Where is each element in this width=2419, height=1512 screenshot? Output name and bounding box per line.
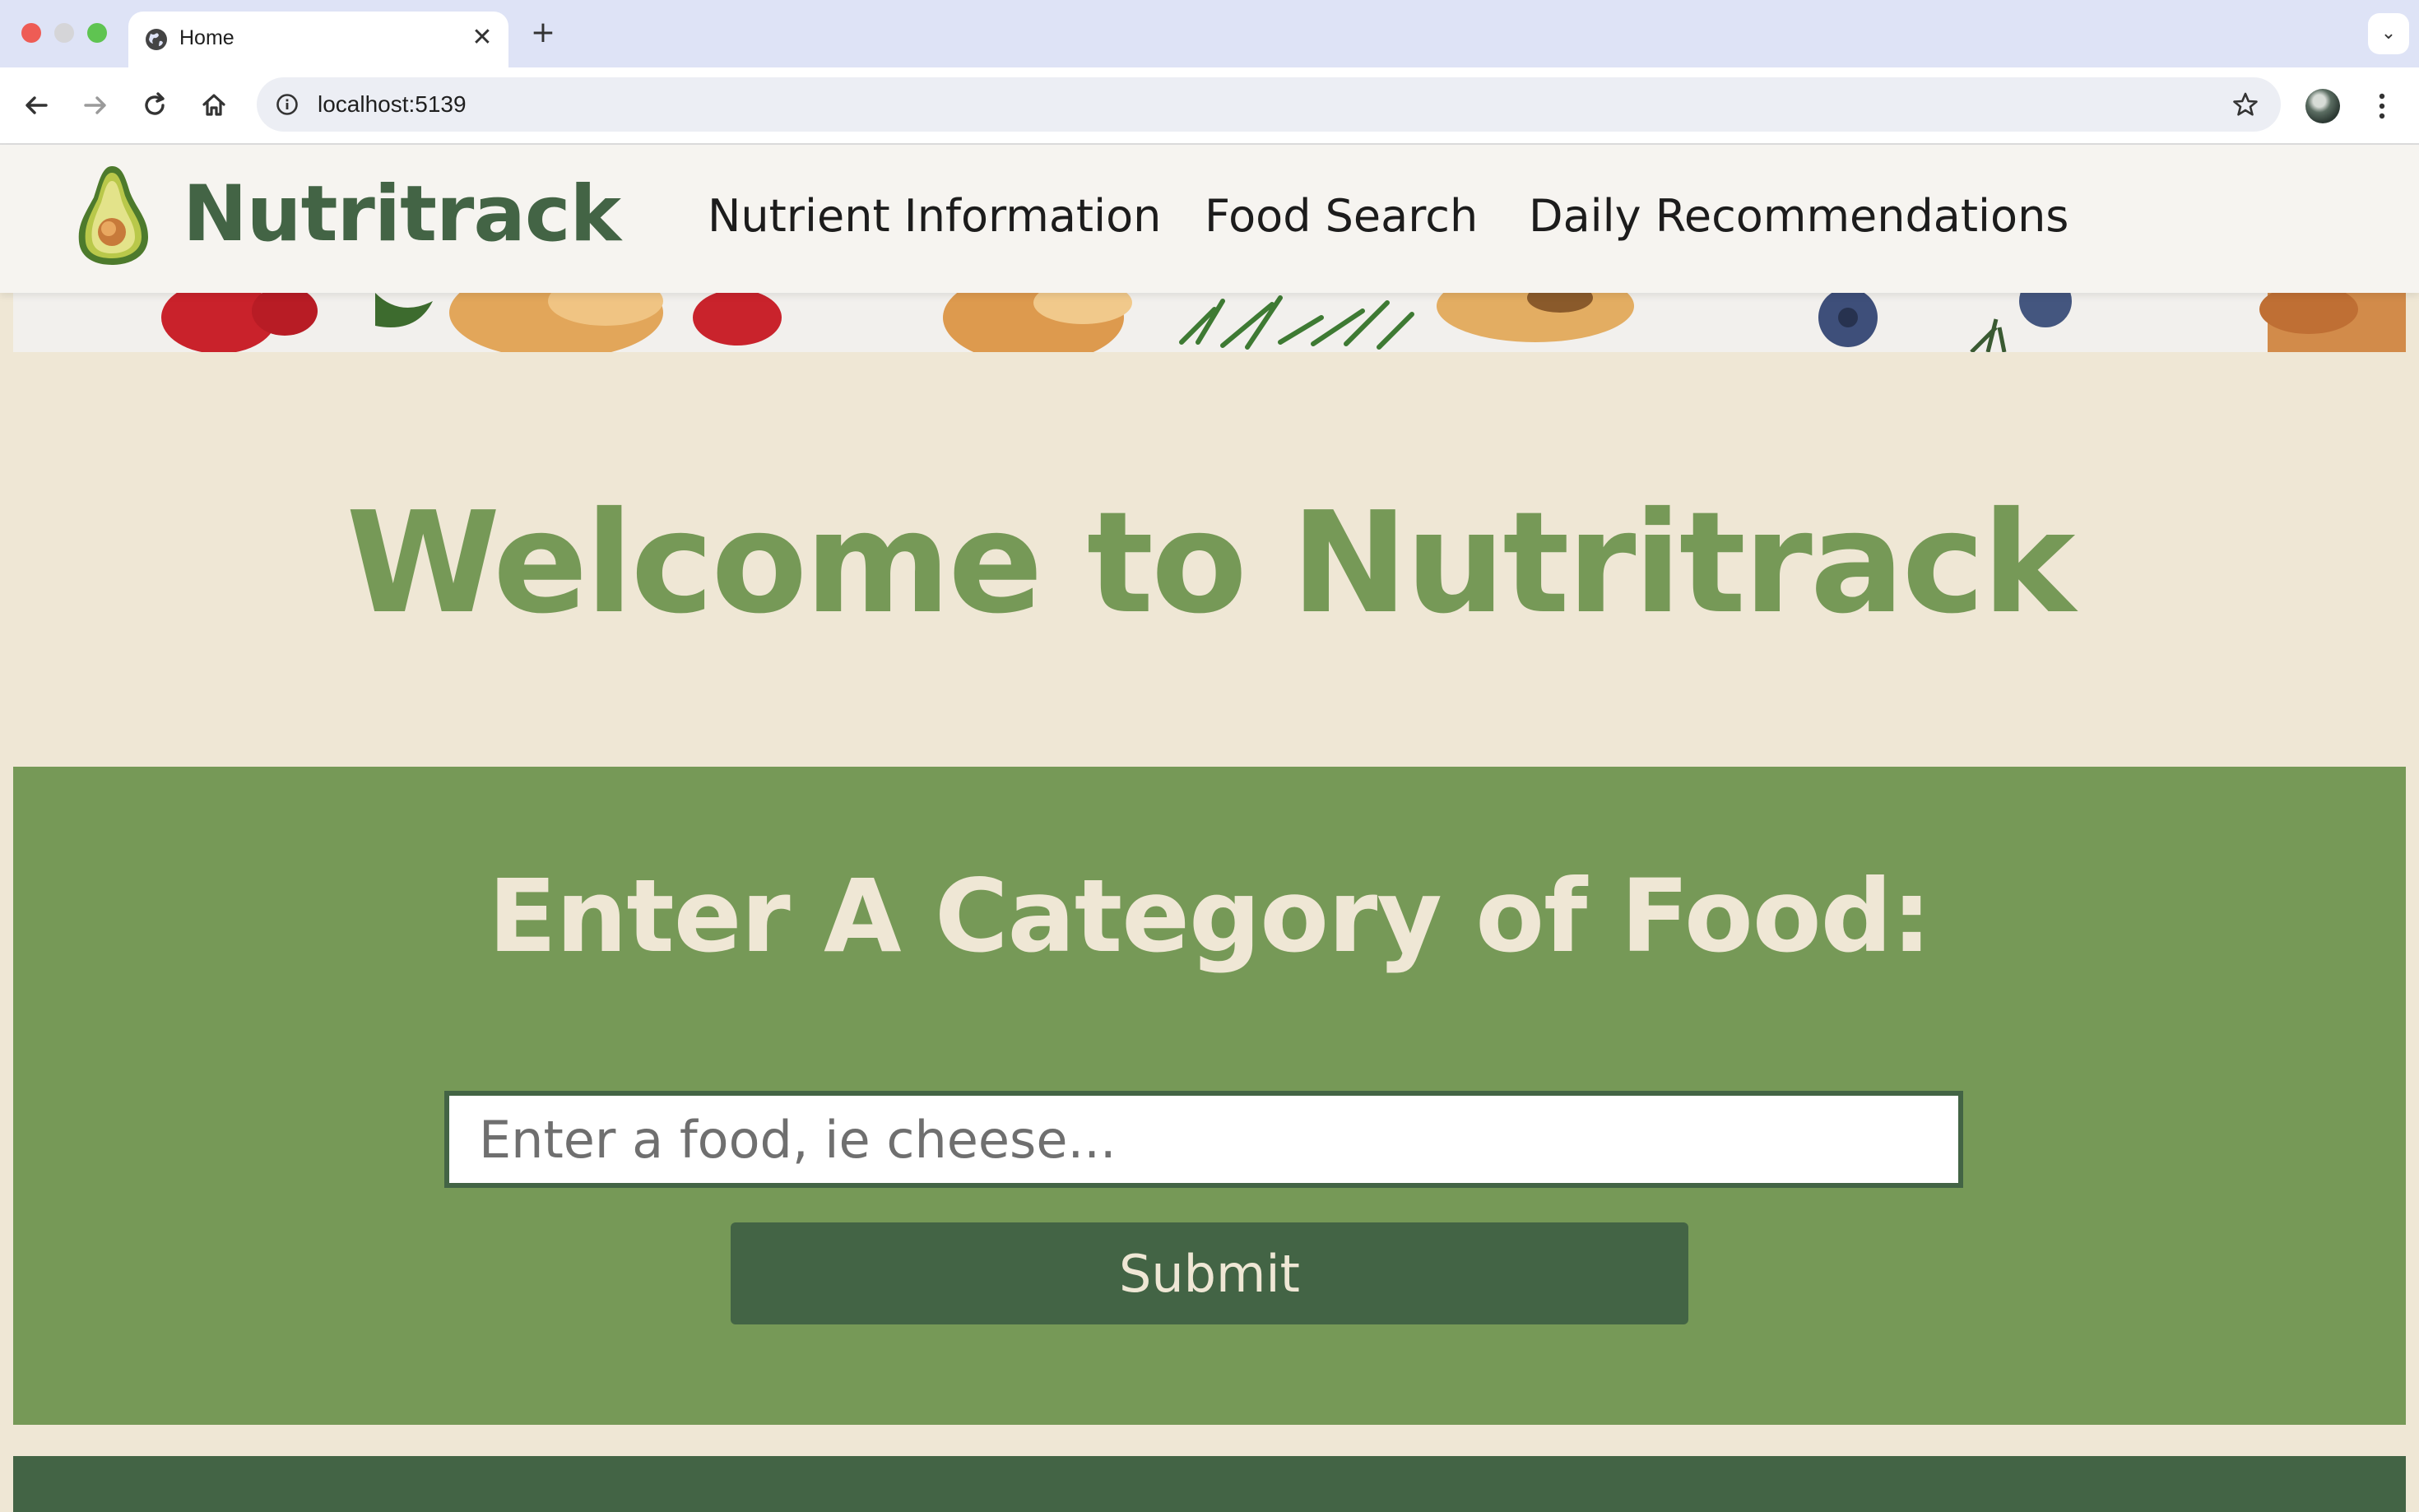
- url-text[interactable]: localhost:5139: [318, 77, 467, 132]
- window-minimize-button[interactable]: [54, 23, 74, 43]
- nav-nutrient-information[interactable]: Nutrient Information: [708, 188, 1161, 245]
- submit-button[interactable]: Submit: [731, 1222, 1688, 1324]
- site-header: Nutritrack Nutrient Information Food Sea…: [0, 145, 2419, 293]
- browser-tab-home[interactable]: Home ✕: [128, 12, 508, 67]
- address-bar[interactable]: localhost:5139: [257, 77, 2281, 132]
- arrow-right-icon[interactable]: [79, 89, 112, 122]
- star-icon[interactable]: [2231, 90, 2259, 118]
- window-close-button[interactable]: [21, 23, 41, 43]
- footer-section: [13, 1456, 2406, 1512]
- tab-title: Home: [179, 26, 234, 49]
- window-zoom-button[interactable]: [87, 23, 107, 43]
- reload-icon[interactable]: [138, 89, 171, 122]
- arrow-left-icon[interactable]: [20, 89, 53, 122]
- nav-daily-recommendations[interactable]: Daily Recommendations: [1529, 188, 2068, 245]
- info-icon[interactable]: [275, 92, 299, 117]
- globe-icon: [146, 29, 167, 50]
- welcome-heading: Welcome to Nutritrack: [346, 482, 2076, 645]
- brand-logo-text[interactable]: Nutritrack: [183, 169, 621, 260]
- tab-close-icon[interactable]: ✕: [469, 25, 495, 51]
- browser-tabstrip: Home ✕ + ⌄: [0, 0, 2419, 67]
- profile-avatar[interactable]: [2305, 89, 2340, 123]
- food-search-panel: Enter A Category of Food: Submit: [13, 767, 2406, 1425]
- search-panel-title: Enter A Category of Food:: [488, 858, 1932, 975]
- tab-search-chevron-down-icon[interactable]: ⌄: [2368, 13, 2409, 54]
- food-search-input[interactable]: [444, 1091, 1963, 1188]
- nav-food-search[interactable]: Food Search: [1205, 188, 1478, 245]
- browser-toolbar: localhost:5139: [0, 67, 2419, 145]
- new-tab-button[interactable]: +: [527, 16, 559, 49]
- home-icon[interactable]: [197, 89, 230, 122]
- kebab-menu-icon[interactable]: [2370, 86, 2394, 127]
- avocado-icon[interactable]: [74, 161, 156, 268]
- hero-food-image: [13, 293, 2406, 352]
